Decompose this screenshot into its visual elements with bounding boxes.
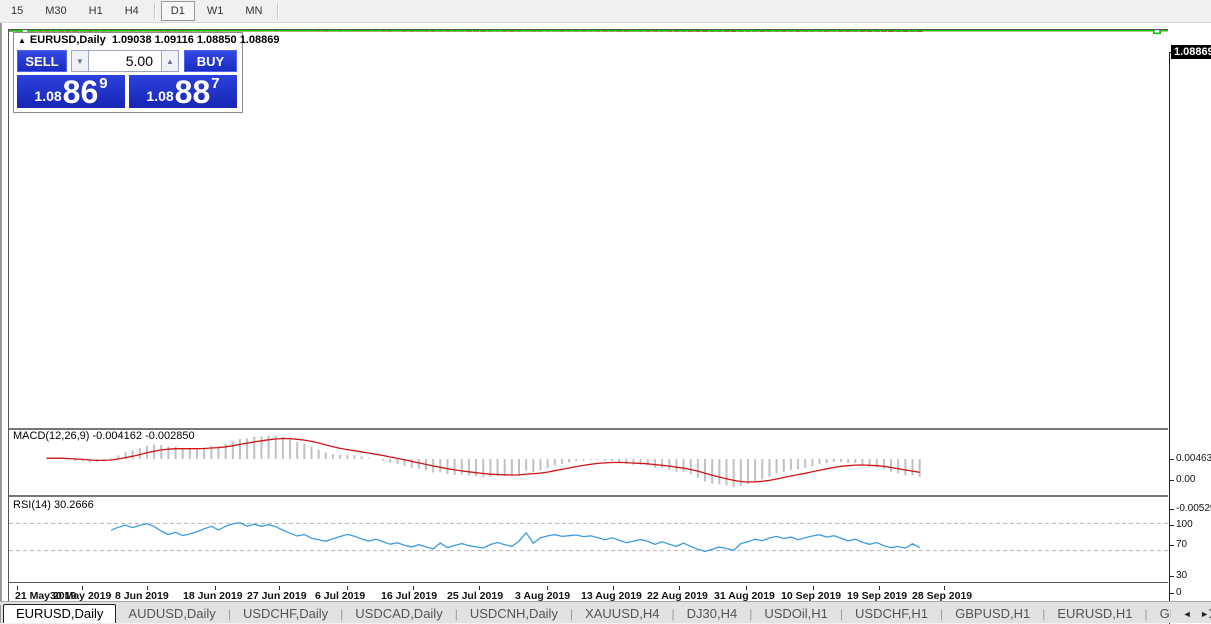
chart-tab-eurusd-h1[interactable]: EURUSD,H1 bbox=[1045, 605, 1144, 623]
rsi-label: RSI(14) 30.2666 bbox=[13, 499, 94, 511]
tab-scroll-left-icon[interactable]: ◄ bbox=[1183, 609, 1192, 619]
buy-price-prefix: 1.08 bbox=[146, 88, 173, 104]
macd-axis-label: -0.005299 bbox=[1176, 503, 1211, 514]
chart-tab-usdoil-h1[interactable]: USDOil,H1 bbox=[752, 605, 840, 623]
chart-tab-usdcad-daily[interactable]: USDCAD,Daily bbox=[343, 605, 454, 623]
chart-tab-usdchf-daily[interactable]: USDCHF,Daily bbox=[231, 605, 340, 623]
timeframe-button-mn[interactable]: MN bbox=[235, 1, 272, 21]
timeframe-button-d1[interactable]: D1 bbox=[161, 1, 195, 21]
timeframe-toolbar: 15M30H1H4 D1W1MN bbox=[0, 0, 1211, 23]
macd-label: MACD(12,26,9) -0.004162 -0.002850 bbox=[13, 430, 195, 442]
one-click-trade-panel: SELL ▼ 5.00 ▲ BUY 1.08 86 9 1.08 bbox=[13, 46, 243, 113]
timeframe-button-h1[interactable]: H1 bbox=[79, 1, 113, 21]
tab-scroll-arrows: ◄ ► bbox=[1171, 609, 1209, 619]
rsi-axis-label: 30 bbox=[1176, 570, 1187, 581]
sell-price-prefix: 1.08 bbox=[34, 88, 61, 104]
rsi-axis-label: 70 bbox=[1176, 539, 1187, 550]
chart-tab-usdchf-h1[interactable]: USDCHF,H1 bbox=[843, 605, 940, 623]
toolbar-separator bbox=[154, 3, 156, 19]
volume-down-icon[interactable]: ▼ bbox=[71, 50, 89, 72]
chart-symbol-period: EURUSD,Daily bbox=[30, 34, 106, 46]
sell-price-display[interactable]: 1.08 86 9 bbox=[17, 75, 125, 108]
timeframe-button-h4[interactable]: H4 bbox=[115, 1, 149, 21]
chart-tab-xauusd-h4[interactable]: XAUUSD,H4 bbox=[573, 605, 671, 623]
volume-up-icon[interactable]: ▲ bbox=[161, 50, 179, 72]
chart-tab-gbpusd-h1[interactable]: GBPUSD,H1 bbox=[943, 605, 1042, 623]
rsi-axis-label: 0 bbox=[1176, 587, 1182, 598]
chart-tab-usdcnh-daily[interactable]: USDCNH,Daily bbox=[458, 605, 570, 623]
mt4-window: 15M30H1H4 D1W1MN MACD(12,26,9) -0.004162 … bbox=[0, 0, 1211, 622]
rsi-axis-label: 100 bbox=[1176, 519, 1193, 530]
chart-window: MACD(12,26,9) -0.004162 -0.002850 RSI(14… bbox=[0, 23, 1211, 601]
rsi-canvas[interactable] bbox=[9, 497, 1168, 582]
collapse-triangle-icon[interactable]: ▲ bbox=[18, 36, 26, 45]
chart-tab-bar: EURUSD,DailyAUDUSD,Daily|USDCHF,Daily|US… bbox=[0, 601, 1211, 623]
line-handle[interactable] bbox=[1154, 30, 1160, 33]
sell-price-big: 86 bbox=[63, 78, 99, 106]
buy-price-pip: 7 bbox=[211, 75, 219, 92]
volume-input[interactable]: 5.00 bbox=[89, 50, 161, 72]
macd-axis-label: 0.00463 bbox=[1176, 453, 1211, 464]
timeframe-button-w1[interactable]: W1 bbox=[197, 1, 234, 21]
buy-button[interactable]: BUY bbox=[184, 50, 237, 72]
toolbar-separator bbox=[277, 3, 279, 19]
chart-panes: MACD(12,26,9) -0.004162 -0.002850 RSI(14… bbox=[8, 29, 1169, 601]
buy-price-big: 88 bbox=[175, 78, 211, 106]
rsi-pane[interactable] bbox=[9, 496, 1168, 583]
tab-scroll-right-icon[interactable]: ► bbox=[1200, 609, 1209, 619]
chart-tab-audusd-daily[interactable]: AUDUSD,Daily bbox=[116, 605, 227, 623]
timeframe-button-m30[interactable]: M30 bbox=[35, 1, 76, 21]
chart-tab-eurusd-daily[interactable]: EURUSD,Daily bbox=[3, 604, 116, 623]
sell-price-pip: 9 bbox=[99, 75, 107, 92]
price-axis[interactable]: 1.139501.134801.130101.125301.120601.115… bbox=[1170, 46, 1211, 624]
macd-axis-label: 0.00 bbox=[1176, 474, 1195, 485]
timeframe-button-15[interactable]: 15 bbox=[1, 1, 33, 21]
rsi-line bbox=[111, 523, 920, 552]
buy-price-display[interactable]: 1.08 88 7 bbox=[129, 75, 237, 108]
chart-tab-dj30-h4[interactable]: DJ30,H4 bbox=[675, 605, 750, 623]
sell-button[interactable]: SELL bbox=[17, 50, 67, 72]
volume-stepper: ▼ 5.00 ▲ bbox=[71, 50, 179, 72]
chart-ohlc-values: 1.09038 1.09116 1.08850 1.08869 bbox=[112, 34, 280, 46]
current-price-badge: 1.08869 bbox=[1171, 45, 1211, 59]
tabbar-edge bbox=[0, 605, 1, 623]
